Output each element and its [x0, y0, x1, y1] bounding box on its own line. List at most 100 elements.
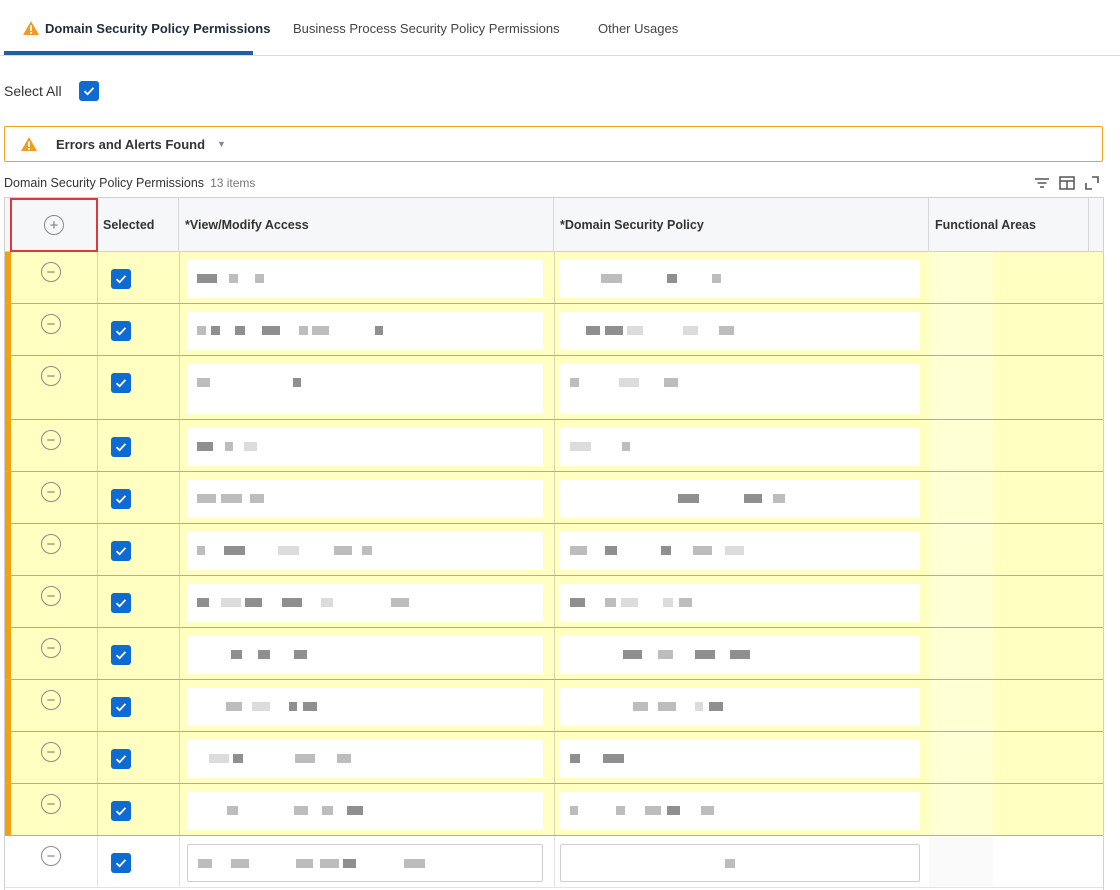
remove-row-button[interactable]: −	[41, 366, 61, 386]
remove-row-button[interactable]: −	[41, 742, 61, 762]
view-modify-access-field[interactable]	[187, 584, 543, 622]
check-icon	[115, 651, 127, 660]
row-error-indicator	[5, 472, 11, 523]
domain-security-policy-field[interactable]	[560, 844, 920, 882]
errors-alerts-bar[interactable]: Errors and Alerts Found ▼	[4, 126, 1103, 162]
tab-domain-security-policy-permissions[interactable]: Domain Security Policy Permissions	[22, 0, 270, 56]
redacted-text	[233, 754, 243, 763]
domain-security-policy-field[interactable]	[560, 364, 920, 414]
select-all-checkbox[interactable]	[78, 81, 99, 101]
redacted-text	[321, 598, 333, 607]
redacted-text	[258, 650, 270, 659]
redacted-text	[231, 650, 242, 659]
row-selected-checkbox[interactable]	[111, 801, 131, 821]
view-modify-access-field[interactable]	[187, 364, 543, 414]
remove-row-button[interactable]: −	[41, 794, 61, 814]
remove-row-button[interactable]: −	[41, 586, 61, 606]
remove-row-button[interactable]: −	[41, 846, 61, 866]
view-modify-access-field[interactable]	[187, 844, 543, 882]
redacted-text	[320, 859, 339, 868]
domain-security-policy-field[interactable]	[560, 480, 920, 518]
remove-row-button[interactable]: −	[41, 534, 61, 554]
redacted-text	[197, 274, 217, 283]
row-selected-checkbox[interactable]	[111, 593, 131, 613]
column-header-domain-security-policy[interactable]: *Domain Security Policy	[554, 198, 929, 252]
domain-security-policy-field[interactable]	[560, 688, 920, 726]
column-divider	[179, 252, 180, 303]
remove-row-button[interactable]: −	[41, 690, 61, 710]
functional-areas-cell	[929, 680, 993, 731]
row-error-indicator	[5, 784, 11, 835]
functional-areas-cell	[929, 836, 993, 887]
row-selected-checkbox[interactable]	[111, 437, 131, 457]
redacted-text	[695, 702, 703, 711]
remove-row-button[interactable]: −	[41, 262, 61, 282]
row-error-indicator	[5, 304, 11, 355]
remove-row-button[interactable]: −	[41, 430, 61, 450]
redacted-text	[744, 494, 762, 503]
redacted-text	[605, 326, 623, 335]
view-modify-access-field[interactable]	[187, 792, 543, 830]
tab-label: Other Usages	[598, 20, 679, 36]
row-selected-checkbox[interactable]	[111, 373, 131, 393]
row-selected-checkbox[interactable]	[111, 541, 131, 561]
redacted-text	[221, 598, 241, 607]
remove-row-button[interactable]: −	[41, 314, 61, 334]
column-divider	[97, 628, 98, 679]
row-selected-checkbox[interactable]	[111, 269, 131, 289]
view-modify-access-field[interactable]	[187, 532, 543, 570]
row-error-indicator	[5, 524, 11, 575]
tab-business-process-security-policy-permissions[interactable]: Business Process Security Policy Permiss…	[293, 0, 560, 56]
domain-security-policy-field[interactable]	[560, 260, 920, 298]
domain-security-policy-field[interactable]	[560, 740, 920, 778]
grid-toolbar	[1030, 174, 1104, 194]
table-row: −	[5, 252, 1103, 304]
redacted-text	[570, 806, 578, 815]
add-row-button[interactable]: +	[10, 198, 98, 252]
redacted-text	[343, 859, 356, 868]
redacted-text	[197, 546, 205, 555]
row-selected-checkbox[interactable]	[111, 645, 131, 665]
domain-security-policy-field[interactable]	[560, 584, 920, 622]
view-modify-access-field[interactable]	[187, 480, 543, 518]
filter-icon[interactable]	[1033, 174, 1051, 192]
fullscreen-icon[interactable]	[1083, 174, 1101, 192]
column-header-selected[interactable]: Selected	[97, 198, 179, 252]
columns-icon[interactable]	[1058, 174, 1076, 192]
row-error-indicator	[5, 420, 11, 471]
redacted-text	[299, 326, 308, 335]
domain-security-policy-field[interactable]	[560, 312, 920, 350]
column-divider	[179, 784, 180, 835]
row-selected-checkbox[interactable]	[111, 749, 131, 769]
row-selected-checkbox[interactable]	[111, 697, 131, 717]
view-modify-access-field[interactable]	[187, 428, 543, 466]
warning-icon	[21, 137, 37, 151]
redacted-text	[570, 754, 580, 763]
redacted-text	[224, 546, 245, 555]
tab-other-usages[interactable]: Other Usages	[598, 0, 678, 56]
remove-row-button[interactable]: −	[41, 638, 61, 658]
column-header-view-modify-access[interactable]: *View/Modify Access	[179, 198, 554, 252]
row-selected-checkbox[interactable]	[111, 489, 131, 509]
view-modify-access-field[interactable]	[187, 636, 543, 674]
view-modify-access-field[interactable]	[187, 312, 543, 350]
column-header-functional-areas[interactable]: Functional Areas	[929, 198, 1089, 252]
redacted-text	[633, 702, 648, 711]
view-modify-access-field[interactable]	[187, 260, 543, 298]
domain-security-policy-field[interactable]	[560, 636, 920, 674]
view-modify-access-field[interactable]	[187, 688, 543, 726]
grid-title-text: Domain Security Policy Permissions	[4, 176, 205, 190]
remove-row-button[interactable]: −	[41, 482, 61, 502]
row-selected-checkbox[interactable]	[111, 853, 131, 873]
redacted-text	[730, 650, 750, 659]
domain-security-policy-field[interactable]	[560, 428, 920, 466]
column-divider	[554, 784, 555, 835]
tab-label: Business Process Security Policy Permiss…	[293, 20, 560, 36]
column-divider	[179, 472, 180, 523]
redacted-text	[605, 598, 616, 607]
row-selected-checkbox[interactable]	[111, 321, 131, 341]
domain-security-policy-field[interactable]	[560, 792, 920, 830]
view-modify-access-field[interactable]	[187, 740, 543, 778]
domain-security-policy-field[interactable]	[560, 532, 920, 570]
column-divider	[97, 304, 98, 355]
